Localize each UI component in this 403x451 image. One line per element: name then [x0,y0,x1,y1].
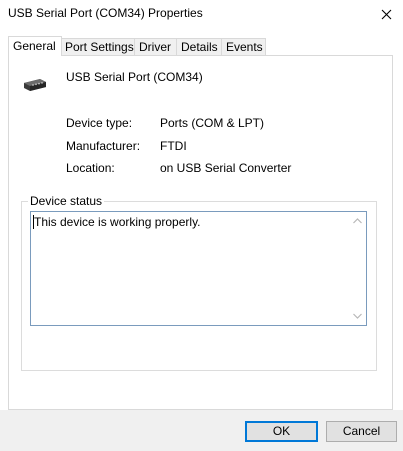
close-button[interactable] [369,0,403,29]
device-status-textbox[interactable]: This device is working properly. [30,211,367,326]
tab-label: Port Settings [65,40,134,54]
manufacturer-label: Manufacturer: [66,139,141,153]
tab-driver[interactable]: Driver [134,38,179,55]
properties-dialog: USB Serial Port (COM34) Properties Gener… [0,0,403,451]
manufacturer-value: FTDI [160,139,187,153]
status-scrollbar[interactable] [349,212,366,325]
scroll-down-arrow-icon[interactable] [353,313,362,319]
close-icon [381,9,392,20]
device-type-label: Device type: [66,116,133,130]
tab-label: Events [226,40,263,54]
location-value: on USB Serial Converter [160,161,292,175]
scroll-up-arrow-icon[interactable] [353,218,362,224]
device-name: USB Serial Port (COM34) [66,70,203,84]
location-label: Location: [66,161,115,175]
window-title: USB Serial Port (COM34) Properties [8,6,203,20]
tab-general[interactable]: General [8,36,62,56]
device-status-label: Device status [28,194,105,208]
tab-details[interactable]: Details [176,38,224,55]
ok-button[interactable]: OK [245,421,318,442]
tab-label: Driver [139,40,171,54]
tab-label: Details [181,40,218,54]
device-status-text: This device is working properly. [34,215,201,229]
tab-label: General [13,39,56,53]
tab-events[interactable]: Events [221,38,266,55]
title-bar[interactable]: USB Serial Port (COM34) Properties [0,0,403,29]
cancel-button[interactable]: Cancel [326,421,397,442]
device-type-value: Ports (COM & LPT) [160,116,265,130]
serial-port-icon [24,79,46,91]
tab-port-settings[interactable]: Port Settings [60,38,136,55]
